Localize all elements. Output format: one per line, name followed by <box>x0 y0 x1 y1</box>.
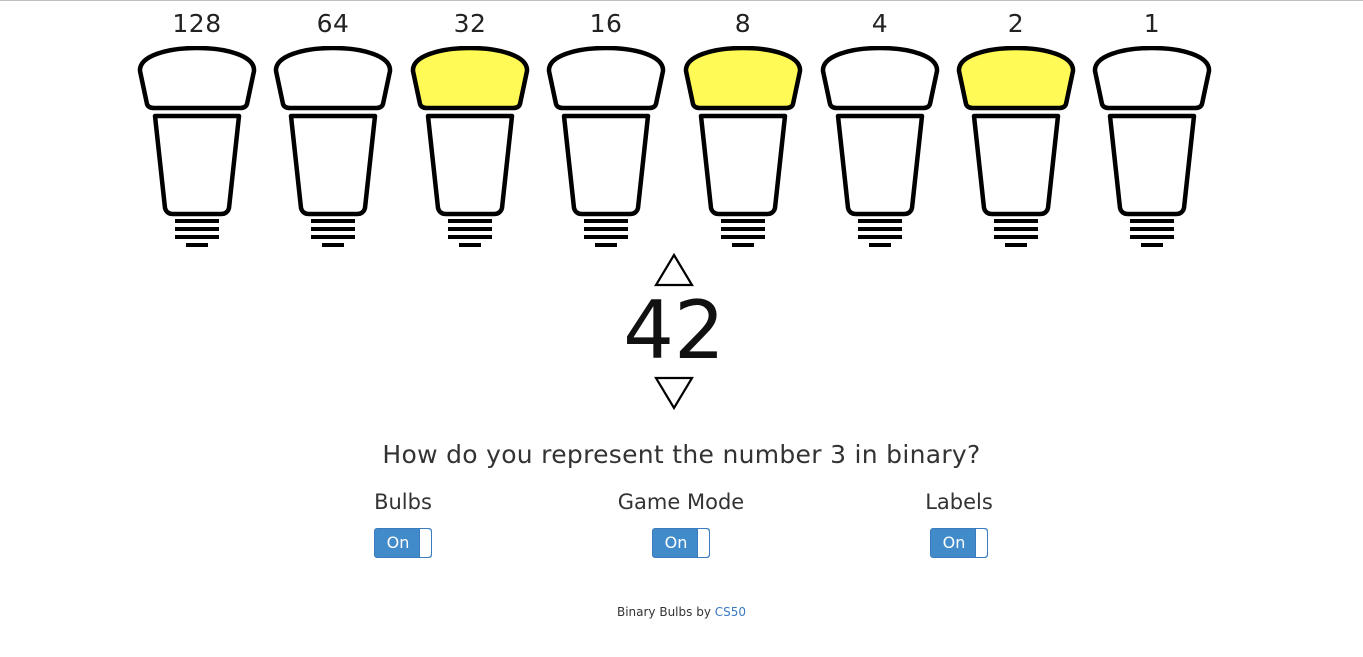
lightbulb-icon[interactable] <box>410 46 530 248</box>
bulb-base <box>971 113 1061 217</box>
bulbs-toggle[interactable]: On <box>374 528 432 558</box>
game-mode-option: Game Mode On <box>581 488 781 558</box>
bulb-value-label: 4 <box>871 9 889 38</box>
bulb-1[interactable]: 1 <box>1084 0 1220 250</box>
game-mode-toggle[interactable]: On <box>652 528 710 558</box>
bulb-value-label: 8 <box>734 9 752 38</box>
screw-line <box>175 219 219 223</box>
bulb-value-label: 64 <box>316 9 350 38</box>
bulb-base <box>152 113 242 217</box>
screw-line <box>448 227 492 231</box>
bulb-dome <box>683 46 803 111</box>
bulb-value-label: 128 <box>172 9 222 38</box>
screw-line <box>994 219 1038 223</box>
bulb-row: 128 64 32 16 8 4 2 1 <box>0 0 1363 250</box>
screw-line <box>584 235 628 239</box>
toggle-knob <box>697 529 709 557</box>
bulb-value-label: 32 <box>453 9 487 38</box>
bulb-dome <box>273 46 393 111</box>
screw-line <box>311 227 355 231</box>
bulb-dome <box>137 46 257 111</box>
bulb-base <box>835 113 925 217</box>
lightbulb-icon[interactable] <box>956 46 1076 248</box>
screw-tip <box>1141 243 1163 247</box>
bulb-dome <box>820 46 940 111</box>
bulb-2[interactable]: 2 <box>948 0 1084 250</box>
bulb-128[interactable]: 128 <box>129 0 265 250</box>
toggle-state-text: On <box>664 533 688 552</box>
labels-option: Labels On <box>859 488 1059 558</box>
screw-line <box>1130 219 1174 223</box>
triangle-down-icon[interactable] <box>653 375 695 411</box>
screw-line <box>1130 227 1174 231</box>
bulb-value-label: 1 <box>1143 9 1161 38</box>
screw-line <box>994 235 1038 239</box>
bulb-base <box>1107 113 1197 217</box>
decimal-number: 42 <box>623 284 725 377</box>
footer: Binary Bulbs by CS50 <box>0 605 1363 619</box>
bulb-dome <box>546 46 666 111</box>
lightbulb-icon[interactable] <box>273 46 393 248</box>
screw-line <box>584 227 628 231</box>
lightbulb-icon[interactable] <box>820 46 940 248</box>
screw-line <box>858 219 902 223</box>
bulb-4[interactable]: 4 <box>812 0 948 250</box>
bulbs-option-label: Bulbs <box>374 490 432 514</box>
screw-tip <box>595 243 617 247</box>
cs50-link[interactable]: CS50 <box>715 605 746 619</box>
screw-line <box>721 219 765 223</box>
bulb-16[interactable]: 16 <box>538 0 674 250</box>
screw-line <box>858 235 902 239</box>
game-mode-option-label: Game Mode <box>617 490 745 514</box>
bulb-base <box>288 113 378 217</box>
toggle-state-text: On <box>942 533 966 552</box>
bulb-dome <box>1092 46 1212 111</box>
screw-line <box>175 227 219 231</box>
screw-line <box>721 235 765 239</box>
screw-tip <box>322 243 344 247</box>
screw-line <box>448 235 492 239</box>
screw-line <box>311 235 355 239</box>
labels-option-label: Labels <box>925 490 993 514</box>
bulbs-option: Bulbs On <box>303 488 503 558</box>
bulb-dome <box>410 46 530 111</box>
lightbulb-icon[interactable] <box>546 46 666 248</box>
screw-line <box>311 219 355 223</box>
question-prompt: How do you represent the number 3 in bin… <box>382 440 981 469</box>
bulb-base <box>561 113 651 217</box>
screw-line <box>858 227 902 231</box>
screw-line <box>721 227 765 231</box>
bulb-8[interactable]: 8 <box>675 0 811 250</box>
lightbulb-icon[interactable] <box>1092 46 1212 248</box>
screw-tip <box>186 243 208 247</box>
triangle-up-icon[interactable] <box>653 252 695 288</box>
lightbulb-icon[interactable] <box>683 46 803 248</box>
bulb-dome <box>956 46 1076 111</box>
bulb-value-label: 16 <box>589 9 623 38</box>
toggle-state-text: On <box>386 533 410 552</box>
screw-line <box>1130 235 1174 239</box>
screw-line <box>584 219 628 223</box>
screw-tip <box>732 243 754 247</box>
screw-line <box>448 219 492 223</box>
screw-line <box>994 227 1038 231</box>
toggle-knob <box>975 529 987 557</box>
labels-toggle[interactable]: On <box>930 528 988 558</box>
screw-tip <box>459 243 481 247</box>
bulb-value-label: 2 <box>1007 9 1025 38</box>
bulb-base <box>698 113 788 217</box>
screw-tip <box>1005 243 1027 247</box>
footer-text: Binary Bulbs by <box>616 605 711 619</box>
toggle-knob <box>419 529 431 557</box>
lightbulb-icon[interactable] <box>137 46 257 248</box>
bulb-32[interactable]: 32 <box>402 0 538 250</box>
screw-tip <box>869 243 891 247</box>
bulb-base <box>425 113 515 217</box>
screw-line <box>175 235 219 239</box>
bulb-64[interactable]: 64 <box>265 0 401 250</box>
